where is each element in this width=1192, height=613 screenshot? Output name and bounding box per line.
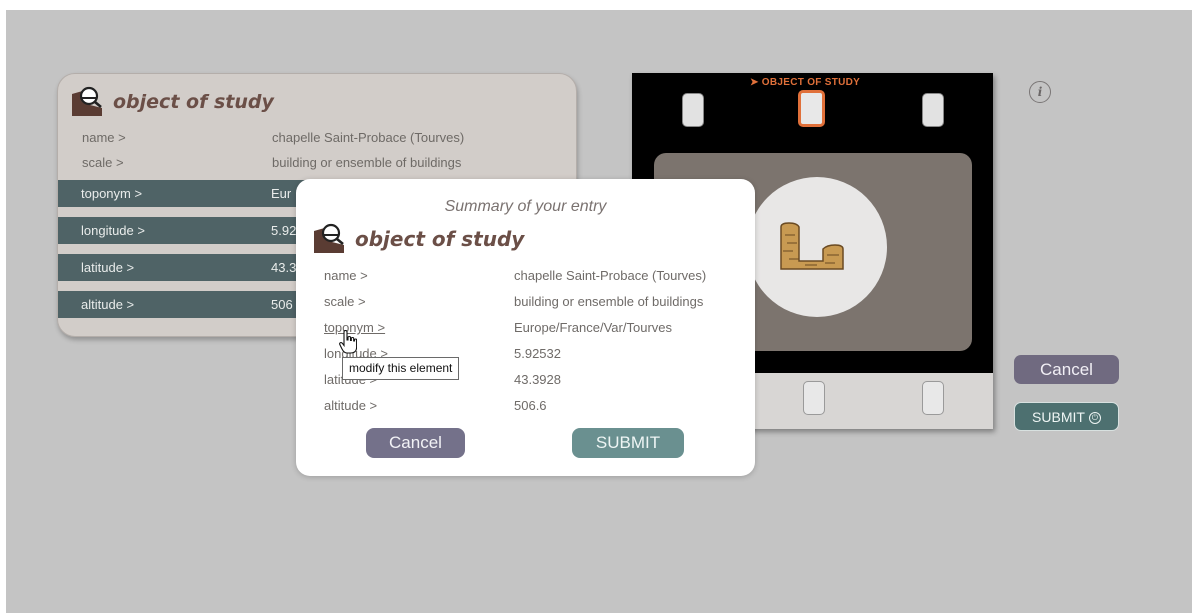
- magnifier-object-icon: [314, 223, 344, 253]
- summary-row-scale: scale > building or ensemble of building…: [324, 294, 703, 309]
- row-value: 506.6: [514, 398, 547, 413]
- summary-dialog: Summary of your entry object of study na…: [296, 179, 755, 476]
- row-value: 5.92532: [514, 346, 561, 361]
- row-value: chapelle Saint-Probace (Tourves): [514, 268, 707, 283]
- row-value: building or ensemble of buildings: [514, 294, 704, 309]
- row-label: scale >: [82, 155, 124, 170]
- summary-row-altitude: altitude > 506.6: [324, 398, 547, 413]
- film-hole[interactable]: [922, 93, 944, 127]
- row-value: building or ensemble of buildings: [272, 155, 462, 170]
- card-row-name: name > chapelle Saint-Probace (Tourves): [82, 130, 464, 145]
- row-label: altitude >: [81, 297, 135, 312]
- info-icon[interactable]: i: [1029, 81, 1051, 103]
- row-value: 43.3: [271, 260, 297, 275]
- dialog-title: object of study: [355, 227, 525, 251]
- film-strip-label: ➤ OBJECT OF STUDY: [750, 77, 861, 88]
- row-value: 506: [271, 297, 293, 312]
- row-value: 5.92: [271, 223, 297, 238]
- row-label: name >: [82, 130, 126, 145]
- tower-wall-icon: [780, 222, 844, 270]
- dialog-header: object of study: [312, 223, 524, 255]
- row-label: longitude >: [81, 223, 145, 238]
- row-label: name >: [324, 268, 368, 283]
- card-title: object of study: [113, 91, 274, 113]
- hand-cursor-icon: [339, 330, 357, 354]
- row-value: Europe/France/Var/Tourves: [514, 320, 672, 335]
- row-label: latitude >: [81, 260, 135, 275]
- dialog-subtitle: Summary of your entry: [444, 198, 607, 215]
- tooltip: modify this element: [342, 357, 460, 380]
- object-thumbnail: [747, 177, 887, 317]
- cancel-button[interactable]: Cancel: [1014, 355, 1119, 384]
- dialog-submit-button[interactable]: SUBMIT: [572, 428, 684, 458]
- row-label: scale >: [324, 294, 366, 309]
- card-row-scale: scale > building or ensemble of building…: [82, 155, 461, 170]
- card-header: object of study: [70, 86, 274, 118]
- film-hole[interactable]: [922, 381, 944, 415]
- row-label[interactable]: altitude >: [324, 398, 377, 413]
- film-hole[interactable]: [803, 381, 825, 415]
- submit-label: SUBMIT: [1032, 409, 1085, 425]
- row-value: Eur: [271, 186, 292, 201]
- dialog-cancel-button[interactable]: Cancel: [366, 428, 465, 458]
- magnifier-object-icon: [72, 86, 102, 116]
- film-hole-selected[interactable]: [798, 90, 825, 127]
- power-icon: ⏻: [1088, 412, 1101, 425]
- row-label: toponym >: [81, 186, 143, 201]
- submit-button[interactable]: SUBMIT ⏻: [1014, 402, 1119, 431]
- film-hole[interactable]: [682, 93, 704, 127]
- row-value: chapelle Saint-Probace (Tourves): [272, 130, 465, 145]
- row-value: 43.3928: [514, 372, 561, 387]
- summary-row-name: name > chapelle Saint-Probace (Tourves): [324, 268, 706, 283]
